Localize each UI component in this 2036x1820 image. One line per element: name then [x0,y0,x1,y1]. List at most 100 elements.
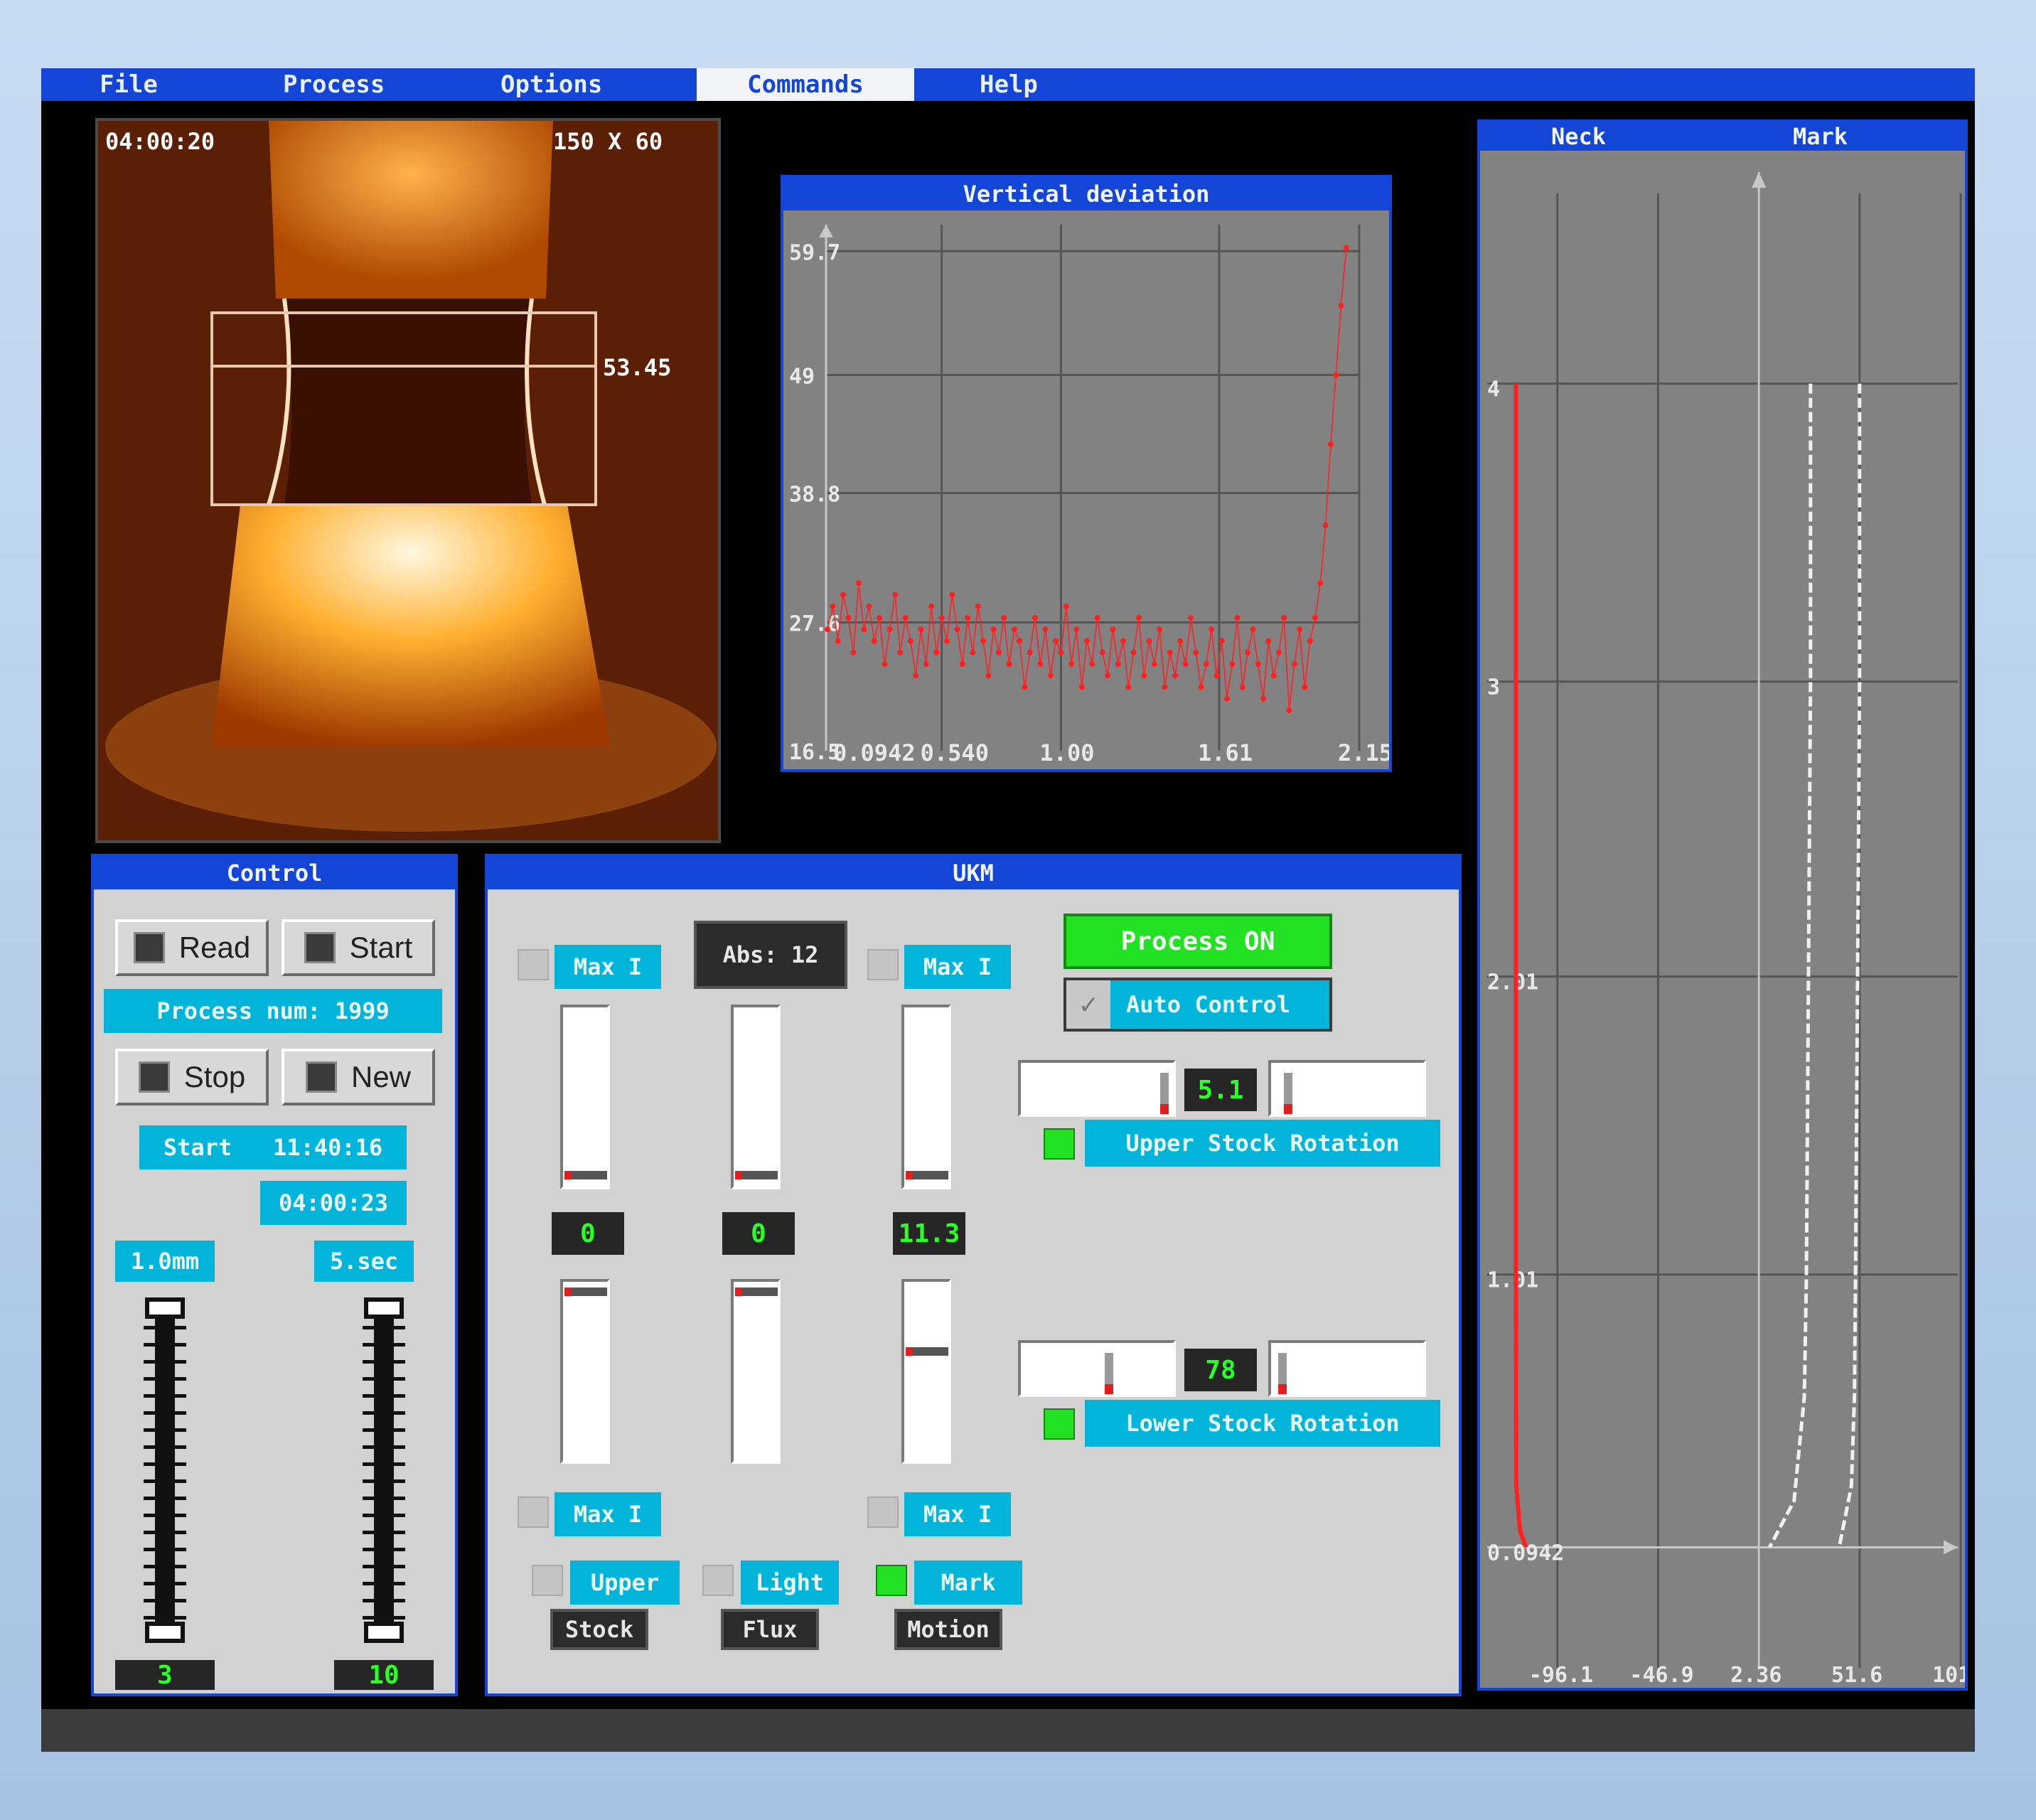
slider-tick [144,1343,186,1347]
start-button[interactable]: Start [282,919,435,976]
new-button[interactable]: New [282,1049,435,1106]
light-flux-checkbox[interactable] [702,1565,734,1596]
deviation-point [1135,614,1142,621]
left-slider-bottom-knob[interactable] [145,1622,185,1643]
slider-tick [363,1462,405,1466]
max4-checkbox[interactable] [867,1497,899,1528]
left-scale-label: 1.0mm [115,1241,215,1282]
deviation-point [990,626,997,633]
deviation-point [954,626,960,633]
x-tick-label: 0.0942 [833,739,916,766]
deviation-point [923,661,929,668]
deviation-point [1089,661,1095,668]
deviation-point [1275,649,1282,655]
mark-bottom-slider[interactable] [901,1279,951,1464]
menu-process[interactable]: Process [283,68,418,101]
y-tick-label: 59.7 [789,240,840,265]
deviation-point [861,626,867,633]
deviation-point [1032,614,1038,621]
motion-label: Motion [894,1609,1002,1650]
upper-rotation-right-slider[interactable] [1268,1060,1426,1117]
deviation-point [1182,661,1189,668]
max3-checkbox[interactable] [518,1497,549,1528]
upper-bottom-slider[interactable] [560,1279,610,1464]
max1-checkbox[interactable] [518,949,549,980]
light-top-slider[interactable] [731,1005,781,1189]
deviation-point [1213,673,1220,679]
deviation-point [1094,614,1100,621]
deviation-point [933,649,940,655]
left-slider-top-knob[interactable] [145,1297,185,1319]
deviation-point [835,638,841,644]
read-button[interactable]: Read [115,919,269,976]
stop-button[interactable]: Stop [115,1049,269,1106]
x-tick-label: 51.6 [1831,1663,1882,1688]
right-slider-bottom-knob[interactable] [364,1622,404,1643]
menu-commands[interactable]: Commands [697,68,914,101]
upper-top-slider[interactable] [560,1005,610,1189]
slider-tick [363,1326,405,1329]
control-title: Control [94,857,455,889]
deviation-point [850,649,857,655]
deviation-point [1218,638,1225,644]
deviation-point [918,626,924,633]
upper-stock-checkbox[interactable] [532,1565,563,1596]
deviation-point [1327,441,1334,448]
play-icon [304,932,336,963]
slider-tick [144,1497,186,1500]
slider-tick [363,1394,405,1398]
upper-rotation-label: Upper Stock Rotation [1085,1120,1440,1167]
deviation-point [1162,684,1168,690]
left-vertical-slider[interactable] [115,1297,215,1653]
y-tick-label: 27.6 [789,611,840,636]
deviation-point [1245,649,1251,655]
lower-rotation-indicator[interactable] [1044,1408,1075,1440]
right-vertical-slider[interactable] [334,1297,434,1653]
auto-control-toggle[interactable]: ✓ Auto Control [1063,978,1332,1032]
slider-tick [363,1428,405,1432]
series-line-neck [1513,383,1528,1548]
status-bar [41,1709,1975,1752]
upper-rotation-indicator[interactable] [1044,1128,1075,1160]
upper-label: Upper [570,1561,680,1605]
deviation-point [1255,661,1261,668]
y-tick-label: 2.01 [1487,970,1538,995]
process-on-button[interactable]: Process ON [1063,914,1332,969]
menu-help[interactable]: Help [980,68,1065,101]
deviation-point [1047,673,1054,679]
light-bottom-slider[interactable] [731,1279,781,1464]
slider-tick [144,1565,186,1568]
lower-rotation-label: Lower Stock Rotation [1085,1400,1440,1447]
right-slider-top-knob[interactable] [364,1297,404,1319]
series-line-mark [1767,383,1813,1548]
deviation-point [1120,638,1127,644]
menu-file[interactable]: File [100,68,185,101]
mark-motion-indicator[interactable] [876,1565,907,1596]
deviation-point [1125,684,1132,690]
deviation-point [1203,661,1209,668]
y-tick-label: 16.5 [789,740,840,765]
ukm-panel: UKM Max I Abs: 12 Max I 0 0 11.3 Max I M… [485,854,1462,1696]
deviation-point [1297,626,1303,633]
max2-checkbox[interactable] [867,949,899,980]
lower-rotation-right-slider[interactable] [1268,1340,1426,1397]
deviation-point [1042,626,1049,633]
upper-rotation-left-slider[interactable] [1018,1060,1176,1117]
slider-tick [144,1479,186,1483]
deviation-point [913,673,919,679]
read-icon [133,932,165,963]
slider-tick [144,1428,186,1432]
slider-tick [363,1565,405,1568]
camera-time: 04:00:20 [105,128,215,155]
mark-bottom-slider-mark [906,1347,948,1356]
menu-options[interactable]: Options [500,68,636,101]
start-time: Start 11:40:16 [139,1125,407,1169]
lower-rotation-left-slider[interactable] [1018,1340,1176,1397]
mark-top-slider[interactable] [901,1005,951,1189]
slider-tick [363,1531,405,1534]
deviation-point [943,638,950,644]
slider-tick [363,1514,405,1517]
check-icon: ✓ [1066,980,1110,1029]
deviation-point [1270,673,1277,679]
deviation-point [1053,638,1059,644]
